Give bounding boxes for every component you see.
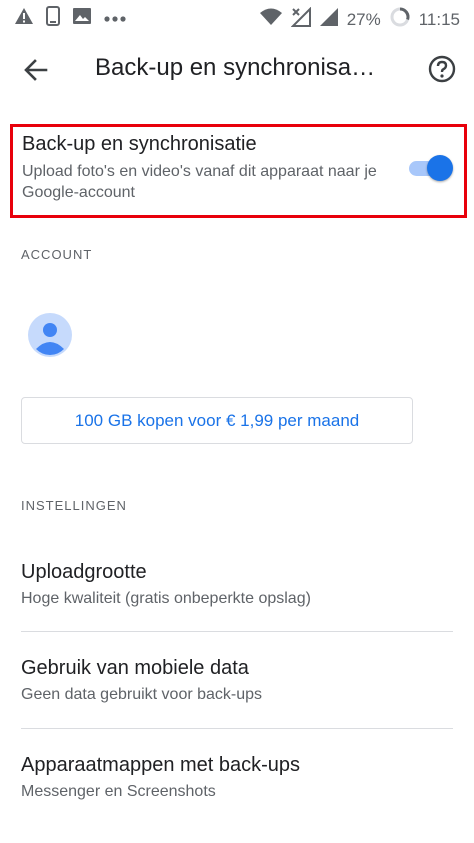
upload-size-subtitle: Hoge kwaliteit (gratis onbeperkte opslag… [21, 590, 311, 607]
arrow-back-icon [20, 59, 52, 90]
divider [21, 631, 453, 632]
no-signal-icon [290, 6, 311, 32]
mobile-data-title: Gebruik van mobiele data [21, 657, 249, 679]
image-icon [72, 7, 92, 30]
mobile-data-row[interactable]: Gebruik van mobiele data Geen data gebru… [21, 657, 453, 704]
buy-storage-button[interactable]: 100 GB kopen voor € 1,99 per maand [21, 397, 413, 444]
status-bar-left [14, 6, 126, 31]
backup-sync-subtitle: Upload foto's en video's vanaf dit appar… [22, 163, 377, 201]
app-bar: Back-up en synchronisa… [0, 34, 474, 104]
help-circle-icon [426, 55, 458, 89]
settings-section-header: INSTELLINGEN [21, 498, 127, 513]
toggle-thumb [427, 155, 453, 181]
page-title: Back-up en synchronisa… [95, 54, 376, 81]
warning-icon [14, 7, 34, 30]
battery-circle-icon [389, 6, 411, 33]
status-bar-right: 27% 11:15 [259, 6, 460, 33]
device-folders-subtitle: Messenger en Screenshots [21, 783, 216, 800]
person-avatar-icon[interactable] [28, 313, 72, 357]
upload-size-row[interactable]: Uploadgrootte Hoge kwaliteit (gratis onb… [21, 561, 453, 608]
mobile-data-subtitle: Geen data gebruikt voor back-ups [21, 686, 263, 703]
backup-sync-toggle[interactable] [405, 153, 453, 183]
more-dots-icon [104, 10, 126, 28]
help-button[interactable] [426, 53, 458, 85]
wifi-icon [259, 8, 283, 31]
phone-icon [46, 6, 60, 31]
upload-size-title: Uploadgrootte [21, 561, 147, 583]
device-folders-row[interactable]: Apparaatmappen met back-ups Messenger en… [21, 754, 453, 801]
back-button[interactable] [20, 54, 52, 86]
backup-sync-row[interactable]: Back-up en synchronisatie Upload foto's … [10, 124, 467, 218]
divider [21, 728, 453, 729]
clock: 11:15 [418, 9, 460, 29]
battery-percent: 27% [346, 9, 381, 29]
account-section-header: ACCOUNT [21, 247, 93, 262]
signal-icon [319, 7, 339, 32]
device-folders-title: Apparaatmappen met back-ups [21, 754, 301, 776]
backup-sync-title: Back-up en synchronisatie [22, 133, 257, 155]
status-bar: 27% 11:15 [0, 0, 474, 34]
